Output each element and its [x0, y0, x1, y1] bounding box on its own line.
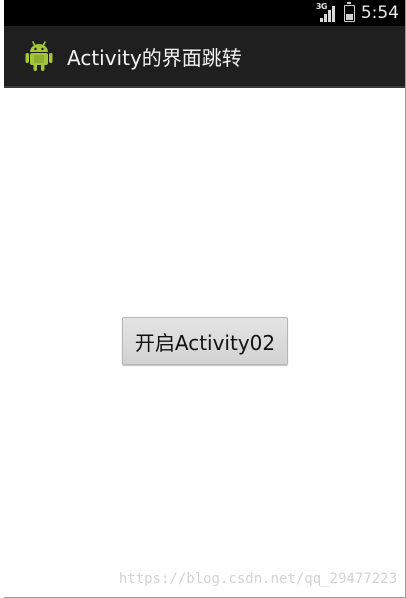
start-activity02-button[interactable]: 开启Activity02	[122, 317, 288, 365]
status-bar: 3G 5:54	[4, 0, 405, 26]
activity-content: 开启Activity02	[4, 88, 405, 597]
battery-icon	[343, 1, 355, 22]
status-indicators: 3G 5:54	[316, 0, 399, 26]
status-clock: 5:54	[360, 3, 399, 23]
action-bar: Activity的界面跳转	[4, 26, 405, 88]
emulator-screen: 3G 5:54 Activity的界面跳转 开启Activity02 https…	[4, 0, 406, 598]
android-icon	[25, 41, 53, 71]
app-title: Activity的界面跳转	[67, 45, 242, 70]
watermark-text: https://blog.csdn.net/qq_29477223	[118, 571, 397, 587]
signal-icon: 3G	[316, 2, 338, 24]
